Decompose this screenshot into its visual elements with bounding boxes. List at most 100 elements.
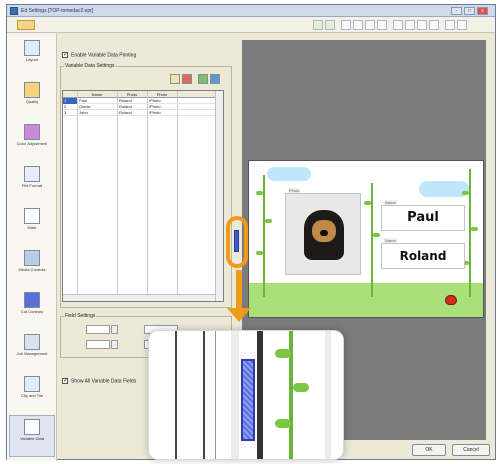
vine-graphic [469,169,471,297]
leaf-graphic [256,191,263,195]
toolbar [7,17,495,33]
column-header: Name [91,92,103,97]
callout-arrow-head [227,308,251,322]
nav-item-color-adjustment[interactable]: Color Adjustment [9,121,55,163]
zoom-line [231,331,239,459]
color-adjustment-icon [24,124,40,140]
leaf-graphic [373,233,380,237]
zoom-scroll-handle-icon [241,359,255,441]
close-button[interactable]: x [477,7,488,15]
field-settings-label: Field Settings [64,313,97,319]
file-format-icon [24,166,40,182]
zoom-leaf-graphic [293,383,309,392]
job-management-icon [24,334,40,350]
pan-icon[interactable] [353,20,363,30]
cloud-graphic [419,181,469,197]
add-field-icon[interactable] [198,74,208,84]
field-y-input[interactable] [86,340,110,349]
column-divider [147,91,148,301]
table-horizontal-scrollbar[interactable] [63,294,215,301]
nav-label: Mark [27,225,37,230]
name-field-text: Paul [407,210,439,225]
pointer-icon[interactable] [341,20,351,30]
variable-data-icon [24,419,40,435]
rotate-left-icon[interactable] [445,20,455,30]
nav-item-job-management[interactable]: Job Management [9,331,55,373]
quality-icon [24,82,40,98]
nav-item-layout[interactable]: Layout [9,37,55,79]
undo-icon[interactable] [313,20,323,30]
minimize-button[interactable]: - [451,7,462,15]
table-vertical-scrollbar[interactable] [215,91,223,301]
nav-label: Layout [25,57,38,62]
preview-page[interactable]: Photo Name Paul Name Roland [248,160,484,318]
cell-value: Roland [119,110,132,115]
rotate-right-icon[interactable] [457,20,467,30]
field-y-spinner[interactable] [111,340,118,349]
nav-label: Job Management [16,351,48,356]
table-row[interactable]: 3 John Roland \Photo [63,110,215,116]
fit-height-icon[interactable] [405,20,415,30]
nav-label: Media Controls [18,267,46,272]
nav-label: Color Adjustment [16,141,48,146]
nav-item-variable-data[interactable]: Variable Data [9,415,55,457]
actual-size-icon[interactable] [429,20,439,30]
maximize-button[interactable]: □ [464,7,475,15]
title-bar: Ed Settings [TOP-tomedac2.epr] - □ x [7,5,495,17]
nav-item-file-format[interactable]: File Format [9,163,55,205]
variable-data-table[interactable]: Name Photo Photo 1 Paul Roland \Photo 2 … [62,90,224,302]
media-controls-icon [24,250,40,266]
leaf-graphic [462,191,469,195]
edit-field-icon[interactable] [210,74,220,84]
app-icon [10,7,18,15]
dog-nose [320,230,328,236]
name-field-frame[interactable]: Name Paul [381,200,465,231]
export-icon[interactable] [182,74,192,84]
name-field-text: Roland [399,249,447,263]
zoom-line [325,331,331,459]
vine-graphic [263,175,265,297]
show-all-fields-checkbox[interactable]: Show All Variable Data Fields [62,377,136,384]
nav-item-media-controls[interactable]: Media Controls [9,247,55,289]
app-logo-icon [17,20,35,30]
highlight-ring [226,216,248,268]
cut-controls-icon [24,292,40,308]
zoom-in-icon[interactable] [365,20,375,30]
nav-item-clip-tile[interactable]: Clip and Tile [9,373,55,415]
row-number: 3 [64,110,67,115]
photo-field-frame[interactable]: Photo [285,188,361,275]
nav-label: Cut Controls [20,309,44,314]
fit-page-icon[interactable] [417,20,427,30]
zoom-inset [148,330,344,460]
zoom-out-icon[interactable] [377,20,387,30]
column-divider [77,91,78,301]
window-title: Ed Settings [TOP-tomedac2.epr] [21,8,94,14]
ladybug-graphic [445,295,457,305]
column-header: Photo [156,92,168,97]
name-field-frame[interactable]: Name Roland [381,238,465,269]
zoom-line [175,331,177,459]
field-x-input[interactable] [86,325,110,334]
name-field-label: Name [384,238,397,243]
import-icon[interactable] [170,74,180,84]
cell-photo: \Photo [149,110,161,115]
variable-data-settings-label: Variable Data Settings [64,63,116,69]
nav-item-mark[interactable]: Mark [9,205,55,247]
table-header: Name Photo Photo [63,91,215,98]
field-x-spinner[interactable] [111,325,118,334]
checkbox-box[interactable] [62,377,68,384]
nav-label: File Format [21,183,43,188]
zoom-line [203,331,205,459]
redo-icon[interactable] [325,20,335,30]
enable-variable-data-label: Enable Variable Data Printing [71,52,137,59]
nav-item-cut-controls[interactable]: Cut Controls [9,289,55,331]
fit-width-icon[interactable] [393,20,403,30]
nav-item-quality[interactable]: Quality [9,79,55,121]
name-field-label: Name [384,200,397,205]
cancel-button[interactable]: Cancel [452,444,490,456]
checkbox-box[interactable] [62,51,68,58]
ok-button[interactable]: OK [412,444,446,456]
enable-variable-data-checkbox[interactable]: Enable Variable Data Printing [62,51,137,59]
zoom-line [257,331,263,459]
zoom-line [215,331,216,459]
